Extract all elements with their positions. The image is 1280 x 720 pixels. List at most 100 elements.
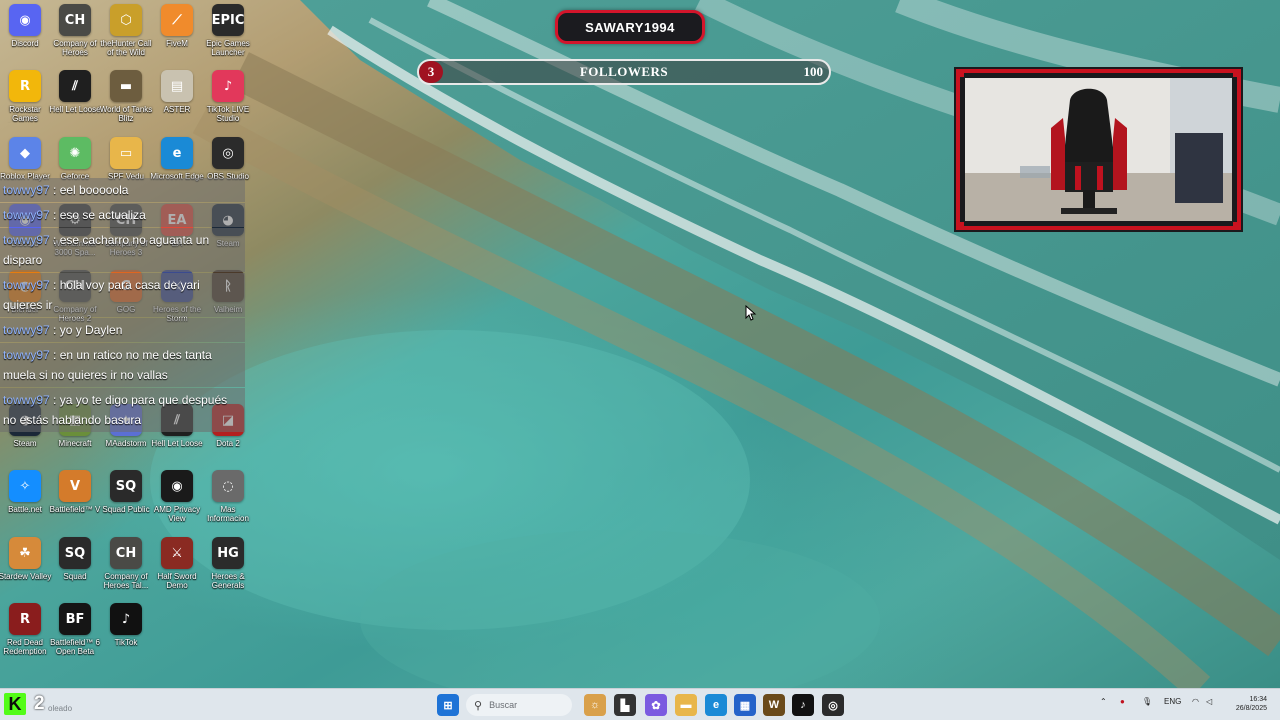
chat-separator: : xyxy=(49,233,60,247)
chat-username: towwy97 xyxy=(3,208,50,222)
desktop-icon-label: Epic Games Launcher xyxy=(206,39,250,57)
mouse-cursor-icon xyxy=(745,305,757,321)
desktop-icon[interactable]: ▤ ASTER xyxy=(152,70,202,134)
desktop-icon[interactable]: HG Heroes & Generals xyxy=(203,537,253,601)
desktop-icon-label: Minecraft xyxy=(58,439,92,448)
volume-icon[interactable]: ◁ xyxy=(1206,697,1212,706)
folder-icon: ▭ xyxy=(110,137,142,169)
company-of-heroes-icon: CH xyxy=(110,537,142,569)
desktop-icon-label: Heroes & Generals xyxy=(211,572,245,590)
chat-text: eel booooola xyxy=(59,183,129,197)
squad-icon: SQ xyxy=(110,470,142,502)
desktop-icon-label: MAadstorm xyxy=(105,439,147,448)
desktop-icon[interactable]: SQ Squad Public xyxy=(101,470,151,534)
obs-icon: ◎ xyxy=(212,137,244,169)
hell-let-loose-icon: ⫽ xyxy=(59,70,91,102)
desktop-icon[interactable]: V Battlefield™ V xyxy=(50,470,100,534)
desktop-icon-label: AMD Privacy View xyxy=(153,505,201,523)
desktop-icon-label: Squad xyxy=(63,572,87,581)
tiktok-icon[interactable]: ♪ xyxy=(792,694,814,716)
tray-notification-icon[interactable]: ● xyxy=(1120,697,1125,706)
stardew-valley-icon: ☘ xyxy=(9,537,41,569)
copilot-icon[interactable]: ✿ xyxy=(645,694,667,716)
clock-time: 16:34 xyxy=(1249,696,1267,703)
webcam-corner xyxy=(1233,222,1241,230)
geforce-icon: ✺ xyxy=(59,137,91,169)
search-icon: ⚲ xyxy=(474,699,483,712)
desktop-icon[interactable]: ▬ World of Tanks Blitz xyxy=(99,70,153,134)
streamer-name: SAWARY1994 xyxy=(585,19,675,35)
search-placeholder: Buscar xyxy=(489,700,518,710)
desktop-icon[interactable]: SQ Squad xyxy=(50,537,100,601)
chat-message: towwy97 : hola voy para casa de yari qui… xyxy=(0,273,245,317)
taskbar-status-text: oleado xyxy=(48,704,73,713)
desktop-icon-label: Battle.net xyxy=(8,505,42,514)
desktop-icon[interactable]: ☘ Stardew Valley xyxy=(0,537,52,601)
world-of-tanks-icon: ▬ xyxy=(110,70,142,102)
desktop-icon[interactable]: ⚔ Half Sword Demo xyxy=(152,537,202,601)
desktop-icon[interactable]: ⬡ theHunter Call of the Wild xyxy=(100,4,152,68)
desktop-icon-label: World of Tanks Blitz xyxy=(99,105,153,123)
followers-label: FOLLOWERS xyxy=(579,64,669,79)
desktop-icon-label: theHunter Call of the Wild xyxy=(100,39,152,57)
tray-overflow-chevron-icon[interactable]: ⌃ xyxy=(1100,697,1107,706)
chat-username: towwy97 xyxy=(3,348,50,362)
wifi-icon[interactable]: ◠ xyxy=(1192,697,1199,706)
webcam-corner xyxy=(956,69,964,77)
taskbar-clock[interactable]: 16:34 26/8/2025 xyxy=(1227,695,1267,713)
edge-icon[interactable]: e xyxy=(705,694,727,716)
desktop-icon[interactable]: ◌ Mas Informacion xyxy=(203,470,253,534)
chat-message: towwy97 : ese cacharro no aguanta un dis… xyxy=(0,228,245,272)
cat-app-icon[interactable]: ☼ xyxy=(584,694,606,716)
battlefield-v-icon: V xyxy=(59,470,91,502)
desktop-icon[interactable]: CH Company of Heroes xyxy=(50,4,100,68)
desktop-icon[interactable]: EPIC Epic Games Launcher xyxy=(203,4,253,68)
desktop-icon-label: Battlefield™ 6 Open Beta xyxy=(50,638,100,656)
terminal-icon[interactable]: ▙ xyxy=(614,694,636,716)
chat-username: towwy97 xyxy=(3,183,50,197)
chat-username: towwy97 xyxy=(3,233,50,247)
language-indicator[interactable]: ENG xyxy=(1164,697,1181,706)
obs-icon[interactable]: ◎ xyxy=(822,694,844,716)
desktop-icon[interactable]: R Rockstar Games Launcher xyxy=(0,70,50,134)
heroes-generals-icon: HG xyxy=(212,537,244,569)
desktop-icon[interactable]: ♪ TikTok LIVE Studio xyxy=(203,70,253,134)
desktop-icon[interactable]: ◉ AMD Privacy View xyxy=(152,470,202,534)
kick-logo-icon: K xyxy=(4,693,26,715)
desktop-icon-label: Company of Heroes Tal... xyxy=(103,572,149,590)
desktop-icon[interactable]: ◉ Discord xyxy=(0,4,50,68)
microsoft-store-icon[interactable]: ▦ xyxy=(734,694,756,716)
desktop-icon-label: ASTER xyxy=(163,105,191,114)
desktop-icon[interactable]: BF Battlefield™ 6 Open Beta xyxy=(50,603,100,667)
desktop-icon[interactable]: ♪ TikTok xyxy=(101,603,151,667)
wow-icon[interactable]: W xyxy=(763,694,785,716)
discord-icon: ◉ xyxy=(9,4,41,36)
streamer-name-banner: SAWARY1994 xyxy=(555,10,705,44)
desktop-icon-label: Discord xyxy=(11,39,39,48)
tiktok-live-studio-icon: ♪ xyxy=(212,70,244,102)
desktop-icon-label: Squad Public xyxy=(102,505,150,514)
desktop-icon-label: Hell Let Loose xyxy=(49,105,101,114)
windows-start-icon[interactable]: ⊞ xyxy=(437,694,459,716)
desktop-icon-label: Mas Informacion xyxy=(207,505,249,523)
desktop-icon[interactable]: CH Company of Heroes Tal... xyxy=(101,537,151,601)
desktop-icon-label: Steam xyxy=(13,439,37,448)
desktop-icon-label: Company of Heroes xyxy=(53,39,97,57)
desktop-icon[interactable]: ✧ Battle.net xyxy=(0,470,50,534)
file-explorer-icon[interactable]: ▬ xyxy=(675,694,697,716)
microphone-icon[interactable]: 🎙 xyxy=(1142,697,1152,706)
desktop-icon[interactable]: ⟋ FiveM xyxy=(152,4,202,68)
taskbar-search-box[interactable]: ⚲ Buscar xyxy=(466,694,572,716)
desktop-icon[interactable]: ⫽ Hell Let Loose xyxy=(49,70,101,134)
rockstar-icon: R xyxy=(9,70,41,102)
chat-message: towwy97 : en un ratico no me des tanta m… xyxy=(0,343,245,387)
desktop-icon-label: Stardew Valley xyxy=(0,572,52,581)
chat-text: eso se actualiza xyxy=(59,208,146,222)
chat-separator: : xyxy=(49,393,60,407)
desktop-icon[interactable]: R Red Dead Redemption xyxy=(0,603,50,667)
desktop-icon-label: FiveM xyxy=(166,39,188,48)
info-icon: ◌ xyxy=(212,470,244,502)
desktop-icon-label: Red Dead Redemption xyxy=(3,638,47,656)
battlefield-6-icon: BF xyxy=(59,603,91,635)
company-of-heroes-icon: CH xyxy=(59,4,91,36)
